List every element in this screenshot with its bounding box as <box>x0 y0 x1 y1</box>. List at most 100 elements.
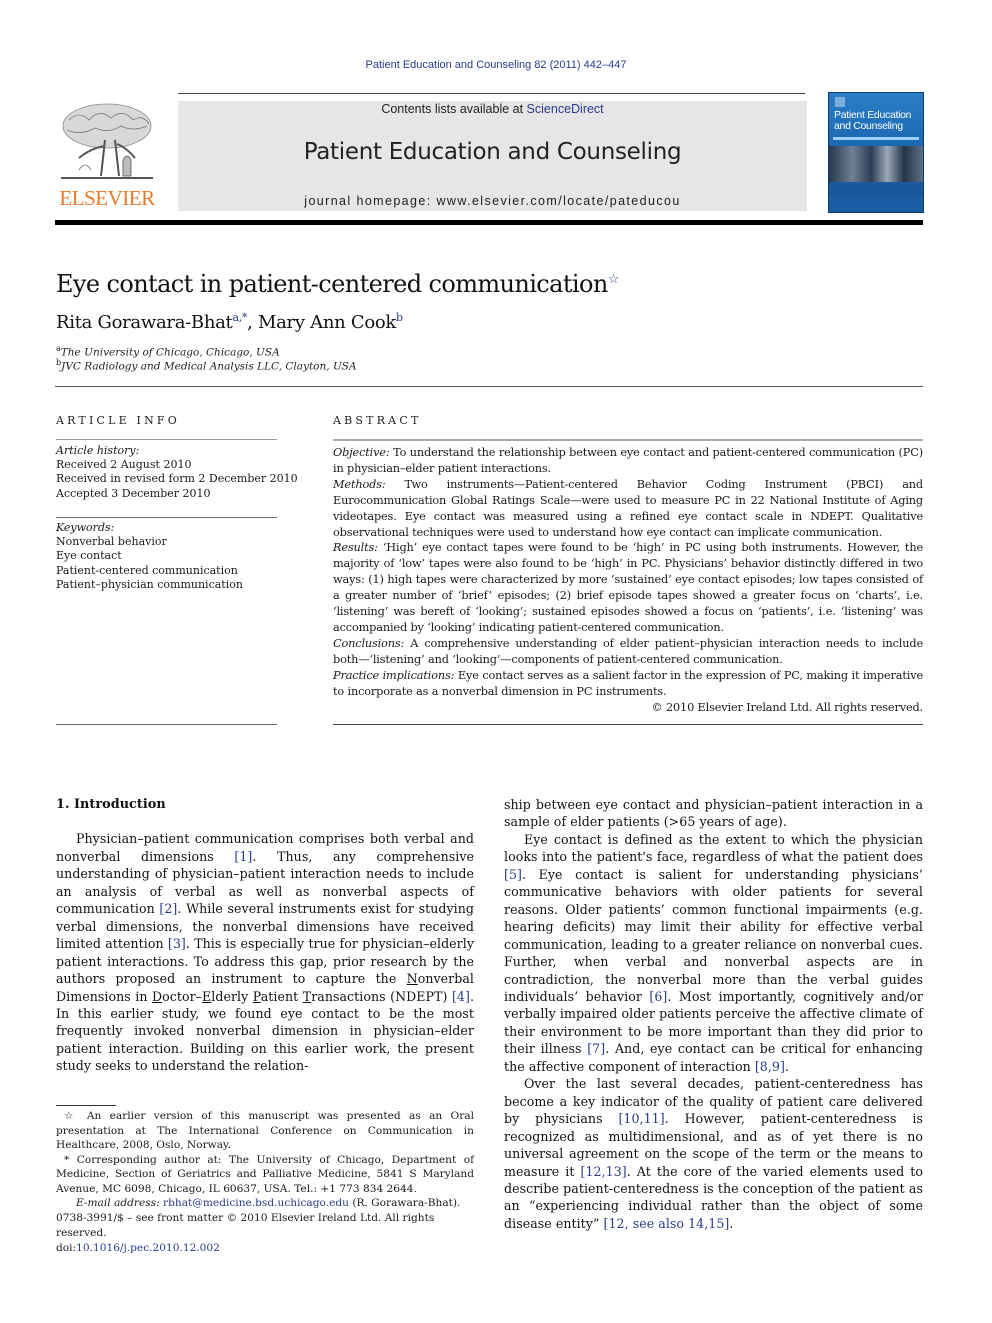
cover-footer <box>829 196 923 212</box>
abstract-divider <box>333 439 923 441</box>
elsevier-logo[interactable]: ELSEVIER <box>55 100 159 212</box>
doi-line: doi:10.1016/j.pec.2010.12.002 <box>56 1241 476 1256</box>
abstract-methods: Methods: Two instruments—Patient-centere… <box>333 477 923 541</box>
article-info-heading: ARTICLE INFO <box>56 414 180 427</box>
body-column-left: 1. Introduction Physician–patient commun… <box>56 796 474 1075</box>
abstract-copyright: © 2010 Elsevier Ireland Ltd. All rights … <box>651 700 923 714</box>
article-info-divider <box>56 439 277 440</box>
abstract-text: Two instruments—Patient-centered Behavio… <box>333 477 923 539</box>
keyword-item: Eye contact <box>56 549 122 563</box>
author-affiliation-mark[interactable]: a,* <box>233 311 248 324</box>
doi-link[interactable]: 10.1016/j.pec.2010.12.002 <box>76 1242 220 1254</box>
title-divider <box>55 386 923 387</box>
abstract-practice-implications: Practice implications: Eye contact serve… <box>333 668 923 700</box>
author-name: Rita Gorawara-Bhat <box>56 312 233 333</box>
citation-link[interactable]: [7] <box>587 1041 605 1056</box>
abstract-heading: ABSTRACT <box>333 414 422 427</box>
author-separator: , <box>247 312 258 333</box>
article-info-divider <box>56 724 277 725</box>
title-footnote-star-icon[interactable]: ☆ <box>608 272 620 287</box>
elsevier-tree-icon <box>61 103 153 179</box>
citation-link[interactable]: [12, see also 14,15] <box>604 1216 730 1231</box>
keywords: Keywords: Nonverbal behavior Eye contact… <box>56 521 243 592</box>
header-divider <box>178 93 805 94</box>
affiliation: aThe University of Chicago, Chicago, USA <box>56 344 280 359</box>
article-title-text: Eye contact in patient-centered communic… <box>56 270 608 298</box>
email-suffix: (R. Gorawara-Bhat). <box>348 1197 461 1209</box>
header-thick-divider <box>55 220 923 225</box>
footnote-star: ☆ An earlier version of this manuscript … <box>56 1109 474 1153</box>
cover-title-line2: and Counseling <box>834 120 903 132</box>
history-item: Received 2 August 2010 <box>56 458 192 472</box>
affiliation-text: The University of Chicago, Chicago, USA <box>60 346 280 359</box>
citation-link[interactable]: [1] <box>234 849 252 864</box>
history-item: Received in revised form 2 December 2010 <box>56 472 298 486</box>
journal-title: Patient Education and Counseling <box>303 139 682 165</box>
article-info-divider <box>56 517 277 518</box>
cover-publisher-icon <box>835 97 845 107</box>
keyword-item: Patient–physician communication <box>56 577 243 591</box>
citation-link[interactable]: [12,13] <box>581 1164 627 1179</box>
footnote-corresponding: * Corresponding author at: The Universit… <box>56 1153 474 1197</box>
contents-prefix: Contents lists available at <box>381 102 527 116</box>
abstract-label: Conclusions: <box>333 636 405 650</box>
cover-subtitle-strip <box>833 137 919 140</box>
body-paragraph: ship between eye contact and physician–p… <box>504 797 923 830</box>
citation-link[interactable]: [4] <box>452 989 470 1004</box>
cover-title: Patient Education and Counseling <box>834 110 912 132</box>
body-paragraph: Physician–patient communication comprise… <box>56 831 475 1074</box>
email-link[interactable]: rbhat@medicine.bsd.uchicago.edu <box>163 1197 349 1209</box>
footnotes: ☆ An earlier version of this manuscript … <box>56 1109 474 1211</box>
abstract-results: Results: ‘High’ eye contact tapes were f… <box>333 540 923 635</box>
elsevier-wordmark: ELSEVIER <box>59 186 155 210</box>
article-title: Eye contact in patient-centered communic… <box>56 270 619 298</box>
issn-line: 0738-3991/$ – see front matter © 2010 El… <box>56 1212 435 1239</box>
abstract-label: Practice implications: <box>333 668 455 682</box>
footnote-star-icon: ☆ <box>64 1110 79 1122</box>
doi-label: doi: <box>56 1242 77 1254</box>
keyword-item: Patient-centered communication <box>56 563 238 577</box>
article-history-label: Article history: <box>56 444 140 457</box>
history-item: Accepted 3 December 2010 <box>56 486 211 500</box>
citation-link[interactable]: [5] <box>504 867 522 882</box>
abstract-label: Results: <box>333 541 378 555</box>
front-matter: 0738-3991/$ – see front matter © 2010 El… <box>56 1211 476 1256</box>
cover-photo-collage <box>829 146 923 182</box>
body-column-right: ship between eye contact and physician–p… <box>504 796 923 1232</box>
abstract-conclusions: Conclusions: A comprehensive understandi… <box>333 636 923 668</box>
affiliation: bJVC Radiology and Medical Analysis LLC,… <box>56 358 357 373</box>
abstract-text: A comprehensive understanding of elder p… <box>333 636 923 666</box>
author-affiliation-mark[interactable]: b <box>396 311 403 324</box>
footnote-text: An earlier version of this manuscript wa… <box>56 1110 475 1151</box>
abstract-divider <box>333 724 923 725</box>
keyword-item: Nonverbal behavior <box>56 535 167 549</box>
sciencedirect-link[interactable]: ScienceDirect <box>527 102 604 116</box>
affiliation-text: JVC Radiology and Medical Analysis LLC, … <box>61 360 357 373</box>
article-history: Article history: Received 2 August 2010 … <box>56 444 298 501</box>
citation-link[interactable]: [2] <box>159 901 177 916</box>
abstract-label: Methods: <box>333 477 386 491</box>
citation-link[interactable]: [10,11] <box>618 1111 664 1126</box>
body-paragraph: Over the last several decades, patient-c… <box>504 1076 923 1231</box>
journal-cover-thumbnail[interactable]: Patient Education and Counseling <box>828 92 924 213</box>
journal-homepage[interactable]: journal homepage: www.elsevier.com/locat… <box>178 194 807 208</box>
email-label: E-mail address: <box>76 1197 160 1209</box>
footnote-email: E-mail address: rbhat@medicine.bsd.uchic… <box>56 1196 474 1211</box>
abstract-objective: Objective: To understand the relationshi… <box>333 445 923 477</box>
footnote-divider <box>56 1105 116 1106</box>
author-name: Mary Ann Cook <box>258 312 397 333</box>
journal-citation-link[interactable]: Patient Education and Counseling 82 (201… <box>0 59 992 71</box>
citation-link[interactable]: [3] <box>168 936 186 951</box>
abstract-text: ‘High’ eye contact tapes were found to b… <box>333 541 923 634</box>
abstract-label: Objective: <box>333 446 390 459</box>
contents-availability: Contents lists available at ScienceDirec… <box>178 102 807 116</box>
journal-banner: Contents lists available at ScienceDirec… <box>178 101 807 211</box>
citation-link[interactable]: [6] <box>649 989 667 1004</box>
keywords-label: Keywords: <box>56 521 115 534</box>
author-list: Rita Gorawara-Bhata,*, Mary Ann Cookb <box>56 311 403 333</box>
citation-link[interactable]: [8,9] <box>755 1059 785 1074</box>
footnote-text: Corresponding author at: The University … <box>56 1153 474 1195</box>
abstract-body: Objective: To understand the relationshi… <box>333 445 923 715</box>
section-heading: 1. Introduction <box>56 797 166 812</box>
body-paragraph: Eye contact is defined as the extent to … <box>504 831 924 1074</box>
